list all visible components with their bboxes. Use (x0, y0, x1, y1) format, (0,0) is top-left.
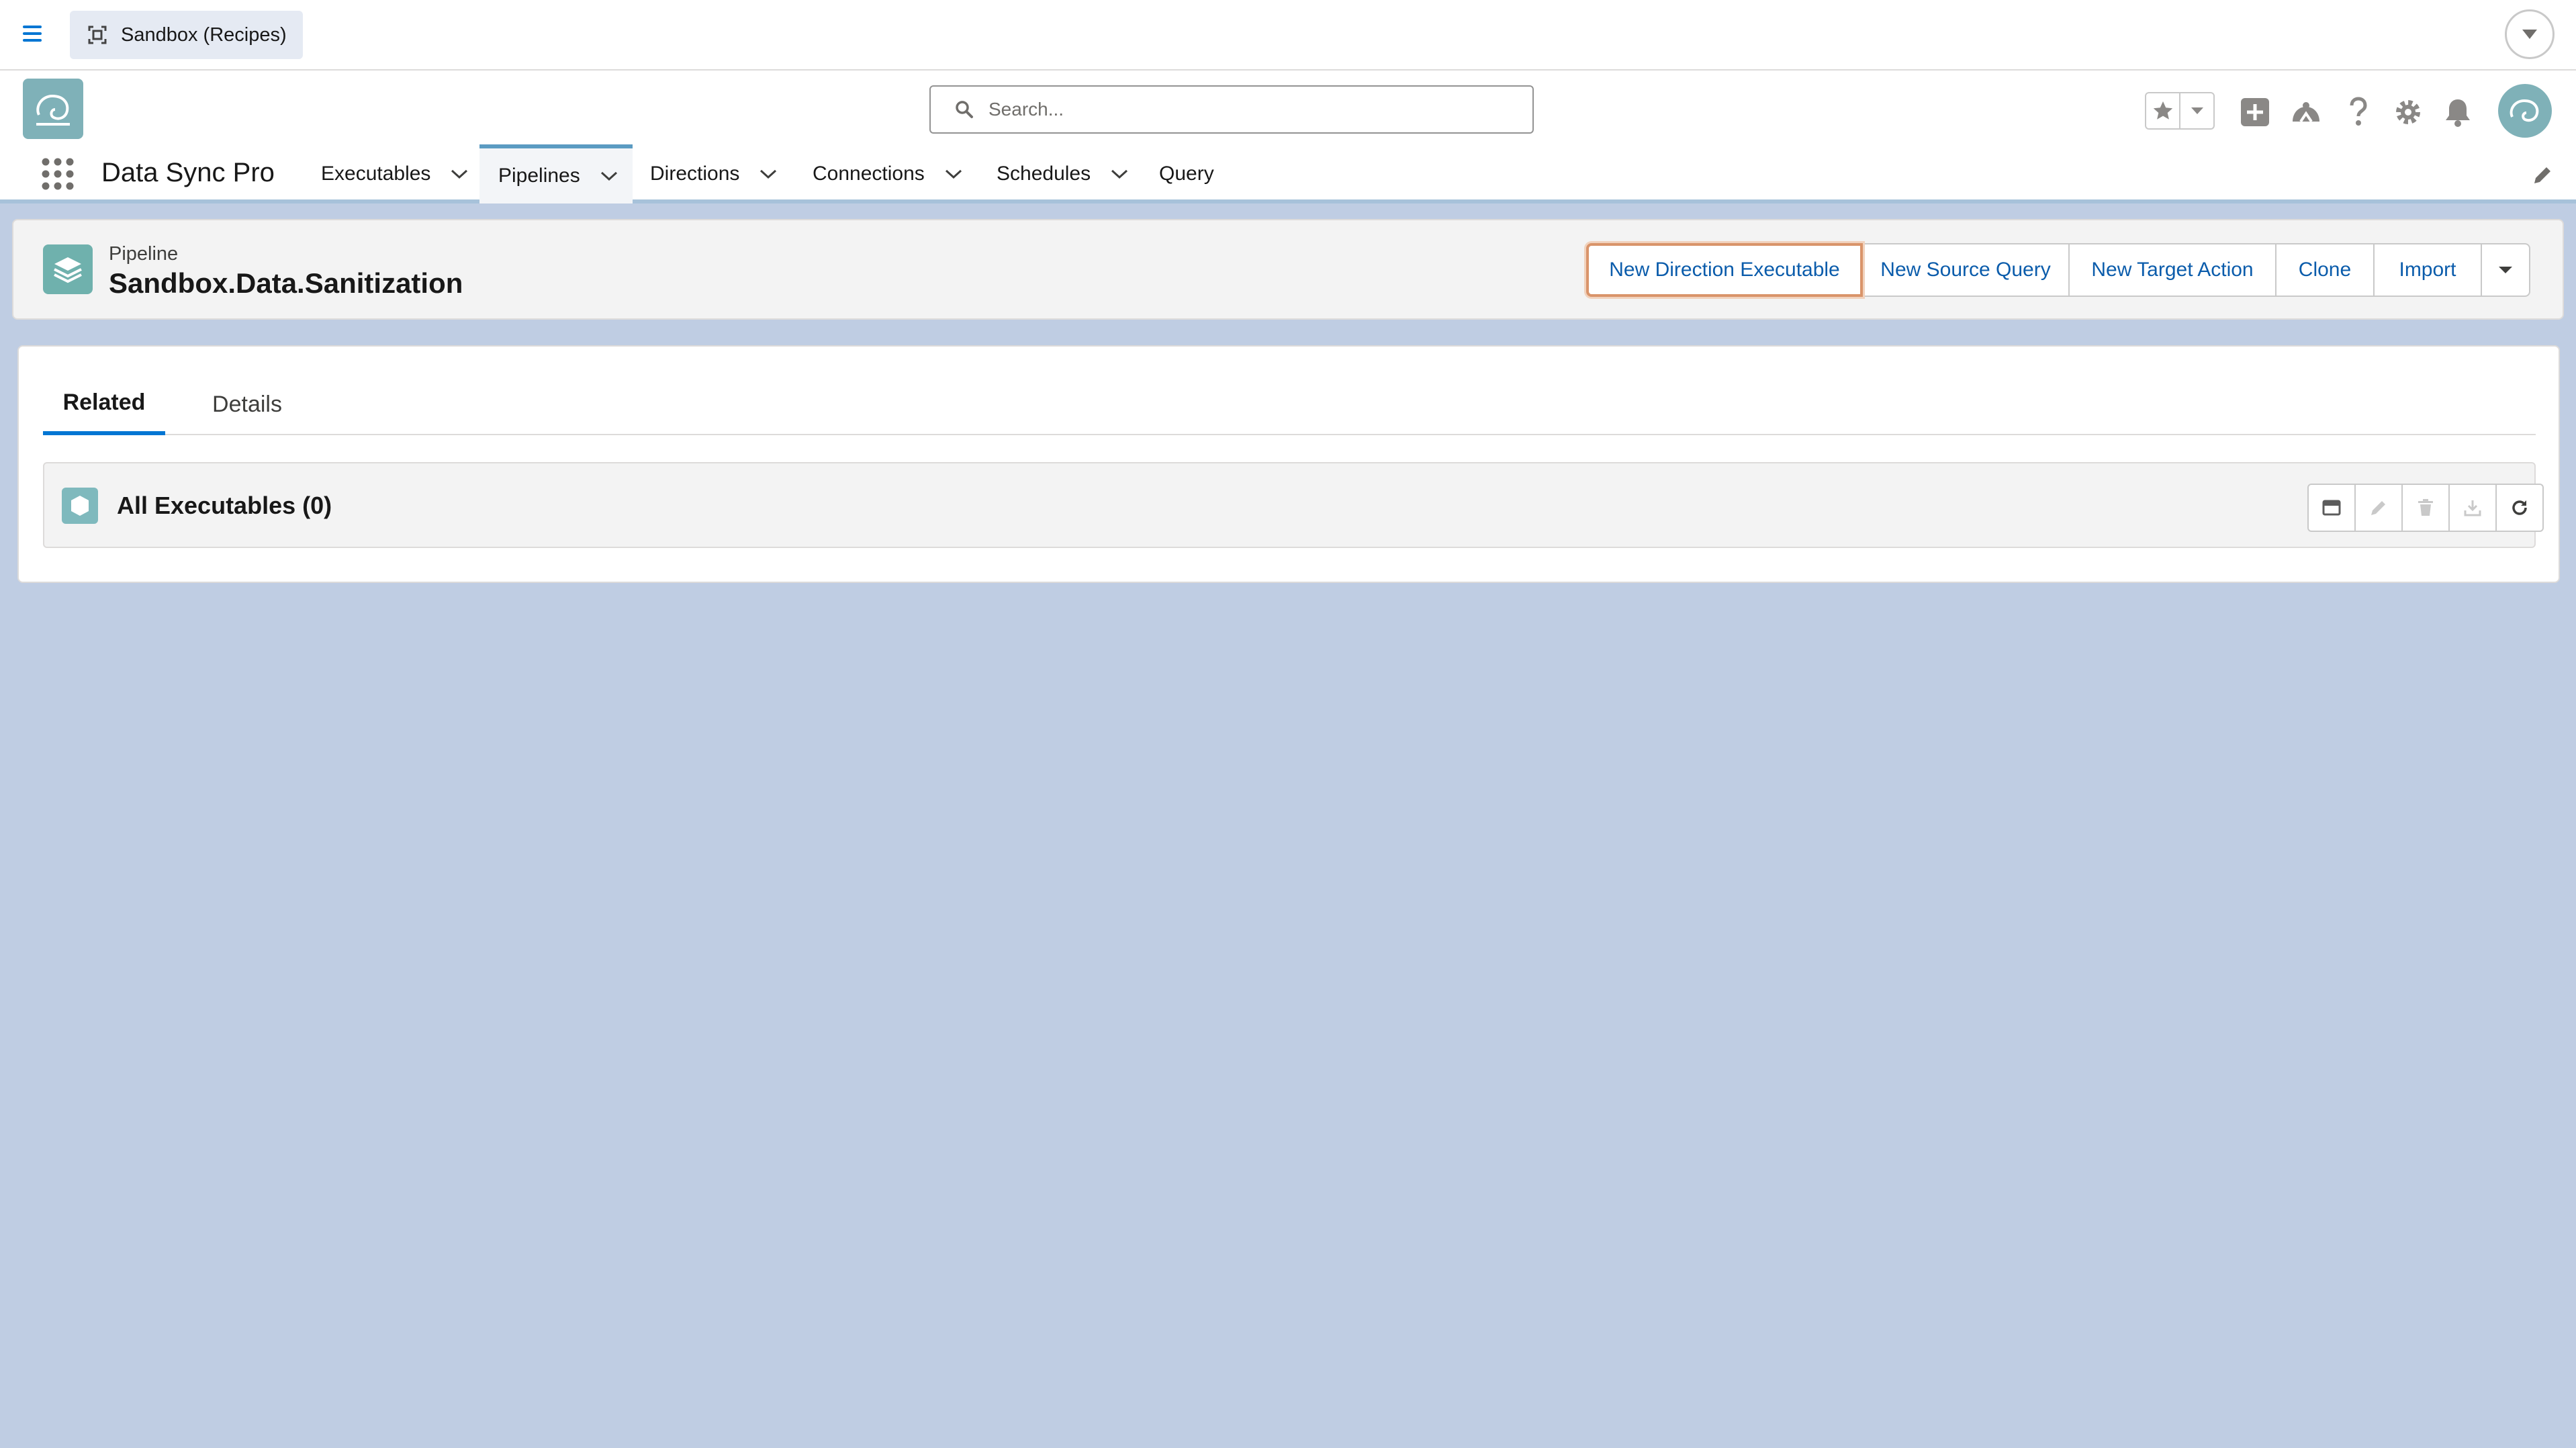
search-icon (955, 100, 974, 119)
sandbox-label: Sandbox (Recipes) (121, 24, 287, 46)
favorites-group (2145, 92, 2215, 130)
tab-bar: Related Details (43, 373, 2536, 435)
nav-item-directions[interactable]: Directions (650, 144, 777, 203)
chevron-down-icon[interactable] (600, 171, 618, 181)
new-source-query-button[interactable]: New Source Query (1861, 243, 2070, 297)
new-direction-executable-button[interactable]: New Direction Executable (1586, 243, 1863, 297)
nav-item-label: Connections (813, 163, 925, 185)
refresh-icon[interactable] (2495, 484, 2544, 532)
record-type-label: Pipeline (109, 243, 179, 265)
edit-icon[interactable] (2354, 484, 2403, 532)
nav-item-label: Pipelines (498, 165, 580, 187)
new-target-action-button[interactable]: New Target Action (2068, 243, 2276, 297)
table-view-icon[interactable] (2307, 484, 2356, 532)
org-logo[interactable] (23, 79, 83, 139)
more-actions-button[interactable] (2481, 243, 2530, 297)
related-list-all-executables: All Executables (0) (43, 462, 2544, 548)
pipeline-layers-icon (43, 244, 93, 294)
app-launcher-icon[interactable] (40, 156, 75, 191)
nav-item-label: Schedules (997, 163, 1091, 185)
global-search[interactable] (929, 85, 1534, 134)
gear-icon[interactable] (2389, 93, 2427, 131)
cube-icon (62, 488, 98, 524)
add-icon[interactable] (2236, 93, 2274, 131)
related-list-actions (2307, 484, 2544, 532)
global-header (0, 71, 2576, 151)
nav-item-pipelines[interactable]: Pipelines (479, 144, 633, 203)
sandbox-icon (87, 25, 107, 45)
chevron-down-icon[interactable] (945, 169, 962, 179)
import-button[interactable]: Import (2373, 243, 2482, 297)
nav-item-executables[interactable]: Executables (321, 144, 468, 203)
notifications-bell-icon[interactable] (2439, 93, 2477, 131)
clone-button[interactable]: Clone (2275, 243, 2375, 297)
page-title: Sandbox.Data.Sanitization (109, 267, 463, 299)
search-input[interactable] (988, 99, 1499, 120)
help-icon[interactable] (2340, 93, 2377, 131)
app-navigation: Data Sync Pro Executables Pipelines Dire… (0, 144, 2576, 203)
sandbox-indicator[interactable]: Sandbox (Recipes) (70, 11, 303, 59)
delete-icon[interactable] (2401, 484, 2450, 532)
related-list-title[interactable]: All Executables (0) (117, 492, 332, 520)
nav-item-connections[interactable]: Connections (813, 144, 962, 203)
trailhead-icon[interactable] (2287, 93, 2325, 131)
record-tabs-card: Related Details All Executables (0) (17, 345, 2560, 583)
nav-item-label: Directions (650, 163, 740, 185)
star-icon[interactable] (2146, 93, 2180, 128)
download-icon[interactable] (2448, 484, 2497, 532)
avatar[interactable] (2498, 84, 2552, 138)
record-actions: New Direction Executable New Source Quer… (1586, 243, 2530, 297)
tab-details[interactable]: Details (195, 373, 300, 435)
chevron-down-icon[interactable] (760, 169, 777, 179)
nav-item-label: Executables (321, 163, 431, 185)
edit-nav-icon[interactable] (2532, 165, 2556, 189)
chevron-down-icon[interactable] (1111, 169, 1128, 179)
app-name: Data Sync Pro (101, 158, 275, 187)
tab-related[interactable]: Related (43, 373, 165, 435)
utility-bar: Sandbox (Recipes) (0, 0, 2576, 71)
chevron-down-icon (2497, 265, 2514, 275)
menu-icon[interactable] (20, 20, 50, 50)
chevron-down-icon[interactable] (451, 169, 468, 179)
chevron-down-icon[interactable] (2505, 9, 2555, 59)
chevron-down-icon[interactable] (2180, 93, 2213, 128)
record-header: Pipeline Sandbox.Data.Sanitization New D… (12, 219, 2564, 320)
nav-item-schedules[interactable]: Schedules (997, 144, 1128, 203)
nav-item-label: Query (1159, 163, 1214, 185)
nav-item-query[interactable]: Query (1159, 144, 1214, 203)
